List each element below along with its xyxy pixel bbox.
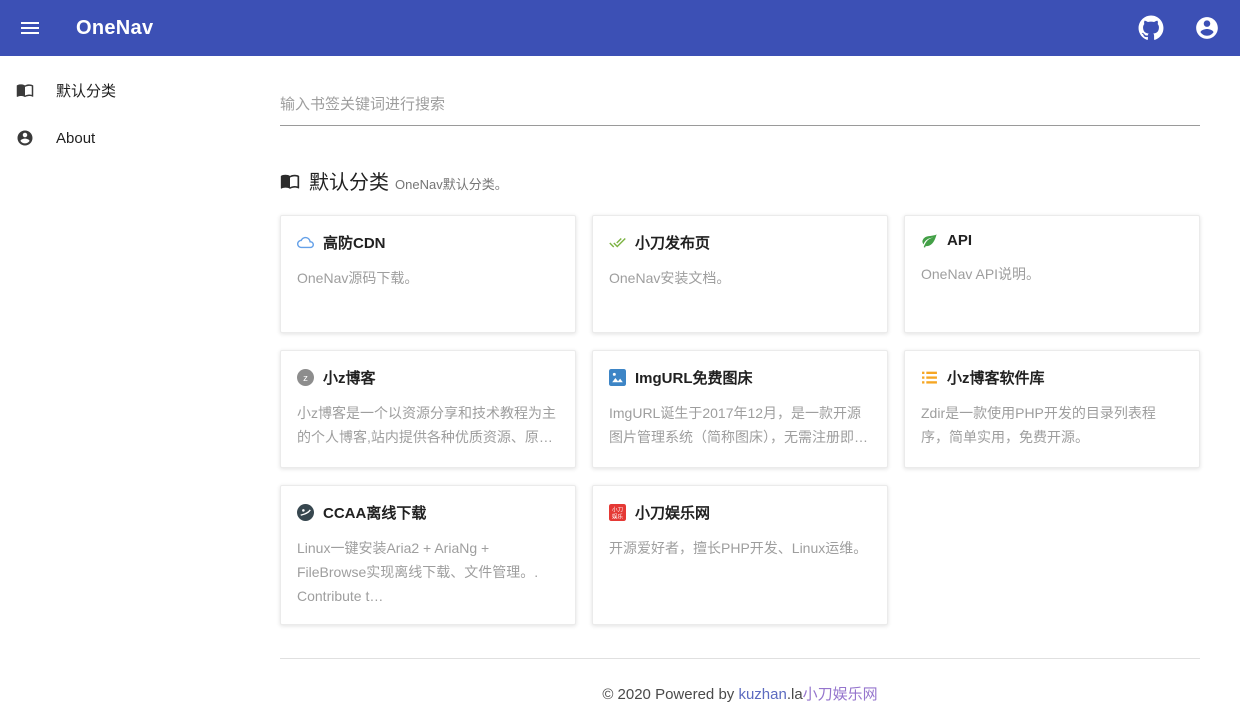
sidebar-item-label: About: [56, 129, 96, 147]
card-header: CCAA离线下载: [297, 502, 559, 523]
card-title: API: [947, 232, 973, 249]
card-description: Zdir是一款使用PHP开发的目录列表程序，简单实用，免费开源。: [921, 405, 1156, 445]
bookmark-card[interactable]: z 小z博客 小z博客是一个以资源分享和技术教程为主的个人博客,站内提供各种优质…: [280, 350, 576, 468]
footer-copyright: © 2020 Powered by: [602, 686, 739, 703]
footer-link-xiaodao[interactable]: 小刀娱乐网: [803, 686, 878, 703]
card-header: API: [921, 232, 1183, 249]
card-description: 小z博客是一个以资源分享和技术教程为主的个人博客,站内提供各种优质资源、原…: [297, 405, 556, 445]
image-icon: [609, 369, 626, 386]
card-title: 小刀娱乐网: [635, 505, 711, 522]
bookmark-card[interactable]: 小刀 娱乐 小刀娱乐网 开源爱好者，擅长PHP开发、Linux运维。: [592, 485, 888, 625]
sidebar: 默认分类 About: [0, 56, 230, 712]
app-title: OneNav: [76, 16, 154, 39]
book-icon: [16, 81, 34, 99]
card-title: CCAA离线下载: [323, 505, 427, 522]
sidebar-item-default-category[interactable]: 默认分类: [0, 66, 230, 114]
card-header: 小刀 娱乐 小刀娱乐网: [609, 502, 871, 523]
card-header: ImgURL免费图床: [609, 367, 871, 388]
search-input[interactable]: [280, 88, 1200, 126]
bookmark-card[interactable]: ImgURL免费图床 ImgURL诞生于2017年12月，是一款开源图片管理系统…: [592, 350, 888, 468]
sidebar-item-label: 默认分类: [56, 82, 117, 100]
card-description: OneNav API说明。: [921, 266, 1041, 282]
github-button[interactable]: [1132, 9, 1170, 47]
card-header: 高防CDN: [297, 232, 559, 253]
navbar: OneNav: [0, 0, 1240, 56]
card-description: ImgURL诞生于2017年12月，是一款开源图片管理系统（简称图床），无需注册…: [609, 405, 868, 445]
footer-link-kuzhan[interactable]: kuzhan: [738, 686, 786, 703]
search-bar: [280, 88, 1200, 126]
z-avatar-icon: z: [297, 369, 314, 386]
footer-domain-suffix: .la: [786, 686, 803, 703]
svg-text:z: z: [303, 373, 308, 384]
book-icon: [280, 171, 300, 191]
account-icon: [1194, 15, 1220, 41]
card-title: 小z博客软件库: [947, 370, 1045, 387]
card-title: 小刀发布页: [635, 235, 711, 252]
card-description: OneNav安装文档。: [609, 270, 731, 286]
card-header: 小刀发布页: [609, 232, 871, 253]
svg-text:小刀: 小刀: [612, 505, 623, 513]
bookmark-card[interactable]: 小z博客软件库 Zdir是一款使用PHP开发的目录列表程序，简单实用，免费开源。: [904, 350, 1200, 468]
leaf-icon: [921, 232, 938, 249]
person-icon: [16, 129, 34, 147]
github-icon: [1138, 15, 1164, 41]
card-title: ImgURL免费图床: [635, 370, 753, 387]
footer-divider: [280, 658, 1200, 659]
hamburger-icon: [18, 16, 42, 40]
menu-button[interactable]: [12, 10, 48, 46]
card-description: 开源爱好者，擅长PHP开发、Linux运维。: [609, 540, 868, 556]
main-content: 默认分类 OneNav默认分类。 高防CDN OneNav源码下载。 小刀发布页…: [280, 56, 1200, 704]
sidebar-item-about[interactable]: About: [0, 114, 230, 162]
check-icon: [609, 234, 626, 251]
footer: © 2020 Powered by kuzhan.la小刀娱乐网: [280, 683, 1200, 704]
bookmark-card[interactable]: 小刀发布页 OneNav安装文档。: [592, 215, 888, 333]
card-title: 小z博客: [323, 370, 376, 387]
account-button[interactable]: [1188, 9, 1226, 47]
card-description: OneNav源码下载。: [297, 270, 419, 286]
bookmark-card[interactable]: 高防CDN OneNav源码下载。: [280, 215, 576, 333]
navbar-actions: [1132, 9, 1226, 47]
card-header: 小z博客软件库: [921, 367, 1183, 388]
list-icon: [921, 369, 938, 386]
section-subtitle: OneNav默认分类。: [395, 177, 508, 192]
card-description: Linux一键安装Aria2 + AriaNg + FileBrowse实现离线…: [297, 540, 539, 604]
globe-icon: [297, 504, 314, 521]
card-title: 高防CDN: [323, 235, 386, 252]
bookmark-card[interactable]: API OneNav API说明。: [904, 215, 1200, 333]
site-badge-icon: 小刀 娱乐: [609, 504, 626, 521]
cloud-icon: [297, 234, 314, 251]
card-header: z 小z博客: [297, 367, 559, 388]
section-title: 默认分类: [309, 172, 389, 194]
svg-text:娱乐: 娱乐: [612, 512, 624, 520]
card-grid: 高防CDN OneNav源码下载。 小刀发布页 OneNav安装文档。 API …: [280, 215, 1200, 625]
bookmark-card[interactable]: CCAA离线下载 Linux一键安装Aria2 + AriaNg + FileB…: [280, 485, 576, 625]
category-header: 默认分类 OneNav默认分类。: [280, 166, 1200, 195]
